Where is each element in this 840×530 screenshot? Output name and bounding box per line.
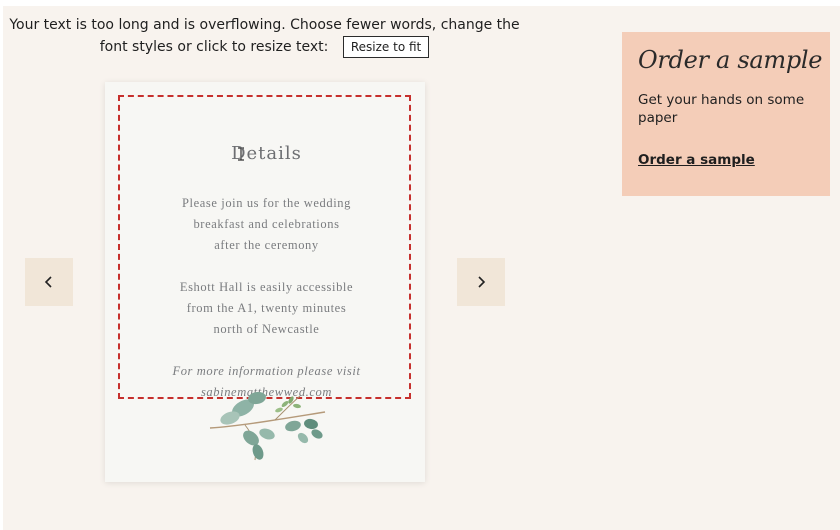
card-paragraph: Eshott Hall is easily accessible from th… xyxy=(120,277,413,340)
card-line: breakfast and celebrations xyxy=(193,217,340,231)
order-sample-description: Get your hands on some paper xyxy=(638,92,805,126)
overflow-warning-text: Your text is too long and is overflowing… xyxy=(9,17,520,55)
resize-to-fit-button[interactable]: Resize to fit xyxy=(342,36,430,58)
card-line: north of Newcastle xyxy=(213,322,320,336)
card-line: after the ceremony xyxy=(214,238,319,252)
card-title: Details xyxy=(231,143,302,164)
order-sample-link[interactable]: Order a sample xyxy=(638,152,755,168)
card-paragraph: Please join us for the wedding breakfast… xyxy=(120,193,413,256)
invitation-card: Details Please join us for the wedding b… xyxy=(105,82,425,482)
card-line: Eshott Hall is easily accessible xyxy=(179,280,354,294)
order-sample-title: Order a sample xyxy=(638,46,823,74)
card-line: from the A1, twenty minutes xyxy=(186,301,347,315)
overflow-warning: Your text is too long and is overflowing… xyxy=(0,15,529,58)
eucalyptus-illustration xyxy=(209,391,326,461)
card-body: Please join us for the wedding breakfast… xyxy=(120,193,413,403)
editable-text-frame[interactable]: Details Please join us for the wedding b… xyxy=(118,95,411,399)
previous-page-button[interactable] xyxy=(25,258,73,306)
chevron-left-icon xyxy=(44,276,52,288)
order-sample-panel: Order a sample Get your hands on some pa… xyxy=(622,32,830,196)
card-line: Please join us for the wedding xyxy=(181,196,351,210)
chevron-right-icon xyxy=(478,276,486,288)
card-line: For more information please visit xyxy=(172,364,361,378)
next-page-button[interactable] xyxy=(457,258,505,306)
